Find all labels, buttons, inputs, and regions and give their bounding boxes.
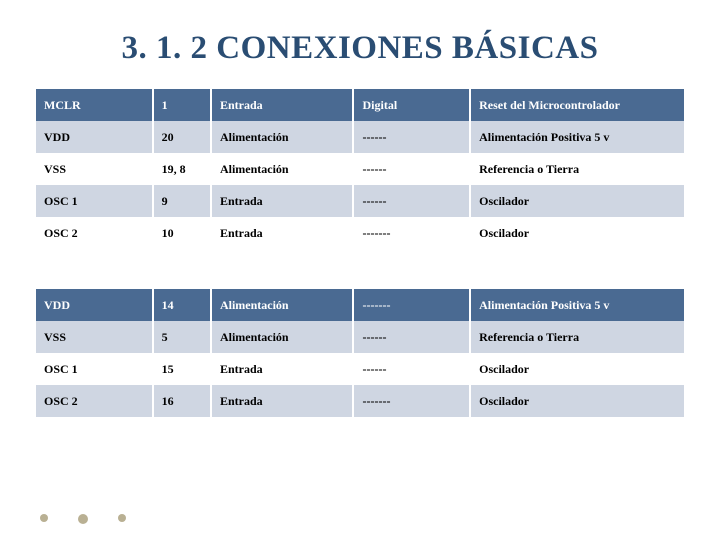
cell-type: Entrada xyxy=(211,185,354,217)
cell-desc: Oscilador xyxy=(470,385,684,417)
table-row: OSC 1 9 Entrada ------ Oscilador xyxy=(36,185,684,217)
cell-pin: 1 xyxy=(153,89,211,121)
dot-icon xyxy=(78,514,88,524)
cell-pin: 15 xyxy=(153,353,211,385)
table-row: OSC 1 15 Entrada ------ Oscilador xyxy=(36,353,684,385)
cell-desc: Alimentación Positiva 5 v xyxy=(470,121,684,153)
cell-signal: MCLR xyxy=(36,89,153,121)
table-row: VDD 20 Alimentación ------ Alimentación … xyxy=(36,121,684,153)
cell-signal: VDD xyxy=(36,121,153,153)
cell-type: Alimentación xyxy=(211,321,354,353)
cell-type: Alimentación xyxy=(211,153,354,185)
table-row: MCLR 1 Entrada Digital Reset del Microco… xyxy=(36,89,684,121)
cell-mode: ------ xyxy=(353,153,470,185)
cell-signal: OSC 2 xyxy=(36,385,153,417)
cell-signal: OSC 1 xyxy=(36,353,153,385)
cell-type: Entrada xyxy=(211,353,354,385)
slide: 3. 1. 2 CONEXIONES BÁSICAS MCLR 1 Entrad… xyxy=(0,0,720,540)
cell-signal: VSS xyxy=(36,321,153,353)
table-row: OSC 2 16 Entrada ------- Oscilador xyxy=(36,385,684,417)
cell-signal: OSC 1 xyxy=(36,185,153,217)
cell-pin: 14 xyxy=(153,289,211,321)
cell-mode: ------- xyxy=(353,385,470,417)
cell-mode: ------- xyxy=(353,289,470,321)
cell-mode: ------- xyxy=(353,217,470,249)
cell-signal: OSC 2 xyxy=(36,217,153,249)
page-title: 3. 1. 2 CONEXIONES BÁSICAS xyxy=(36,30,684,67)
cell-desc: Oscilador xyxy=(470,217,684,249)
cell-type: Alimentación xyxy=(211,121,354,153)
cell-type: Entrada xyxy=(211,217,354,249)
footer-decoration xyxy=(40,514,126,524)
connections-table-1: MCLR 1 Entrada Digital Reset del Microco… xyxy=(36,89,684,249)
cell-type: Entrada xyxy=(211,385,354,417)
cell-signal: VDD xyxy=(36,289,153,321)
cell-desc: Referencia o Tierra xyxy=(470,153,684,185)
cell-type: Entrada xyxy=(211,89,354,121)
dot-icon xyxy=(40,514,48,522)
cell-signal: VSS xyxy=(36,153,153,185)
cell-mode: ------ xyxy=(353,321,470,353)
cell-pin: 16 xyxy=(153,385,211,417)
cell-mode: ------ xyxy=(353,185,470,217)
dot-icon xyxy=(118,514,126,522)
cell-pin: 19, 8 xyxy=(153,153,211,185)
table-row: VSS 5 Alimentación ------ Referencia o T… xyxy=(36,321,684,353)
cell-pin: 10 xyxy=(153,217,211,249)
connections-table-2: VDD 14 Alimentación ------- Alimentación… xyxy=(36,289,684,417)
table-row: VDD 14 Alimentación ------- Alimentación… xyxy=(36,289,684,321)
cell-type: Alimentación xyxy=(211,289,354,321)
cell-mode: Digital xyxy=(353,89,470,121)
cell-desc: Oscilador xyxy=(470,353,684,385)
cell-mode: ------ xyxy=(353,121,470,153)
cell-pin: 9 xyxy=(153,185,211,217)
cell-desc: Referencia o Tierra xyxy=(470,321,684,353)
table-row: VSS 19, 8 Alimentación ------ Referencia… xyxy=(36,153,684,185)
cell-desc: Oscilador xyxy=(470,185,684,217)
cell-pin: 20 xyxy=(153,121,211,153)
cell-desc: Reset del Microcontrolador xyxy=(470,89,684,121)
spacer xyxy=(36,249,684,289)
table-row: OSC 2 10 Entrada ------- Oscilador xyxy=(36,217,684,249)
cell-pin: 5 xyxy=(153,321,211,353)
cell-desc: Alimentación Positiva 5 v xyxy=(470,289,684,321)
cell-mode: ------ xyxy=(353,353,470,385)
